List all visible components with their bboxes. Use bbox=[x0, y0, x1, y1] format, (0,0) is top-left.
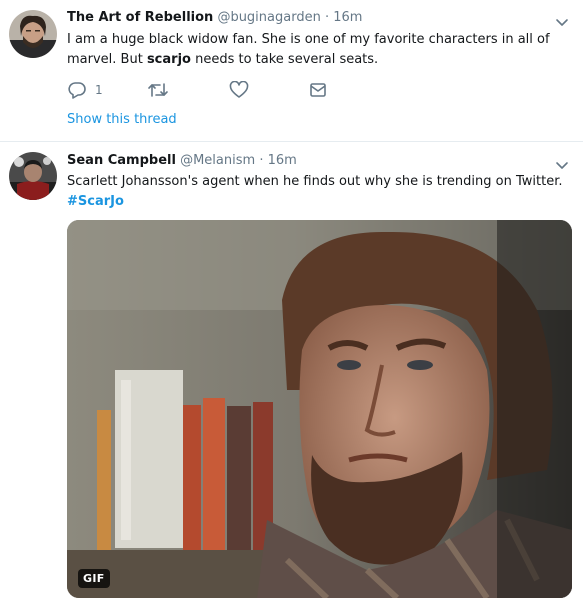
chevron-down-icon[interactable] bbox=[555, 156, 569, 169]
highlighted-term: scarjo bbox=[146, 52, 191, 67]
tweet-text: Scarlett Johansson's agent when he finds… bbox=[67, 172, 572, 212]
reply-count: 1 bbox=[95, 83, 103, 97]
envelope-icon bbox=[308, 81, 328, 99]
user-handle[interactable]: @Melanism bbox=[180, 153, 255, 168]
tweet-text-part: needs to take several seats. bbox=[190, 52, 379, 67]
timestamp[interactable]: 16m bbox=[333, 10, 362, 25]
separator: · bbox=[324, 10, 330, 25]
timestamp[interactable]: 16m bbox=[268, 153, 297, 168]
gif-media[interactable]: GIF bbox=[67, 220, 572, 598]
reply-icon bbox=[67, 81, 87, 99]
avatar[interactable] bbox=[9, 152, 57, 200]
gif-badge: GIF bbox=[78, 569, 110, 588]
tweet[interactable]: Sean Campbell @Melanism · 16m Scarlett J… bbox=[0, 141, 583, 607]
direct-message-button[interactable] bbox=[308, 80, 328, 100]
tweet-text: I am a huge black widow fan. She is one … bbox=[67, 30, 572, 70]
show-thread-link[interactable]: Show this thread bbox=[67, 112, 177, 127]
reply-button[interactable]: 1 bbox=[67, 80, 103, 100]
separator: · bbox=[259, 153, 264, 168]
tweet-header: The Art of Rebellion @buginagarden · 16m bbox=[67, 10, 362, 26]
retweet-icon bbox=[147, 81, 169, 99]
heart-icon bbox=[229, 81, 249, 99]
tweet[interactable]: The Art of Rebellion @buginagarden · 16m… bbox=[0, 0, 583, 142]
retweet-button[interactable] bbox=[147, 80, 169, 100]
tweet-header: Sean Campbell @Melanism · 16m bbox=[67, 153, 297, 169]
tweet-text-body: Scarlett Johansson's agent when he finds… bbox=[67, 174, 563, 189]
tweet-actions: 1 bbox=[67, 80, 367, 100]
chevron-down-icon[interactable] bbox=[555, 13, 569, 26]
user-handle[interactable]: @buginagarden bbox=[217, 10, 320, 25]
avatar[interactable] bbox=[9, 10, 57, 58]
like-button[interactable] bbox=[229, 80, 249, 100]
hashtag-link[interactable]: #ScarJo bbox=[67, 192, 572, 212]
display-name[interactable]: Sean Campbell bbox=[67, 153, 176, 168]
display-name[interactable]: The Art of Rebellion bbox=[67, 10, 213, 25]
